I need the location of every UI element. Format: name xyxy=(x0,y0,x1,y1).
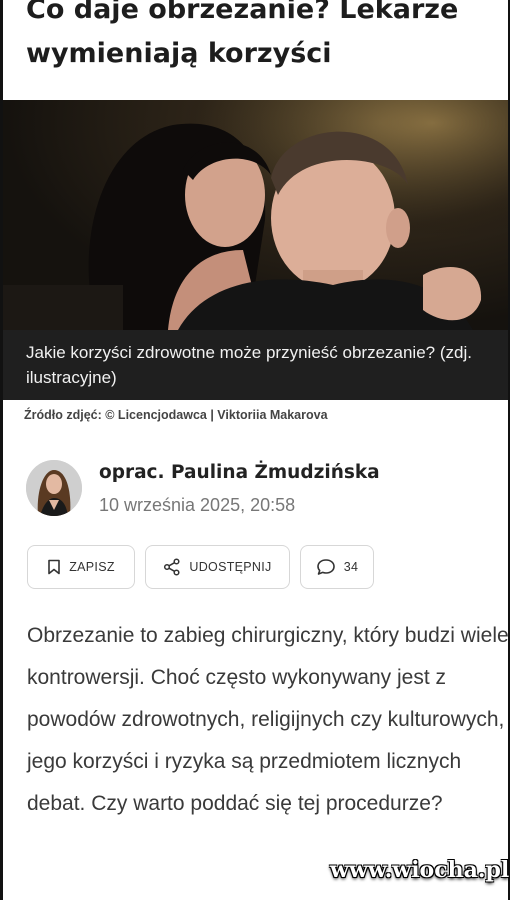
share-button[interactable]: UDOSTĘPNIJ xyxy=(145,545,290,589)
image-source: Źródło zdjęć: © Licencjodawca | Viktorii… xyxy=(24,408,328,422)
comments-count: 34 xyxy=(343,560,359,574)
publish-date: 10 września 2025, 20:58 xyxy=(99,495,296,515)
hero-image xyxy=(3,100,508,330)
article-title: Co daje obrzezanie? Lekarze wymieniają k… xyxy=(26,0,459,69)
comments-button[interactable]: 34 xyxy=(300,545,374,589)
site-watermark: www.wiocha.pl xyxy=(330,857,510,883)
save-button[interactable]: ZAPISZ xyxy=(27,545,135,589)
share-icon xyxy=(164,558,180,576)
author-name[interactable]: oprac. Paulina Żmudzińska xyxy=(99,462,380,483)
image-caption-bar: Jakie korzyści zdrowotne może przynieść … xyxy=(3,330,508,400)
avatar[interactable] xyxy=(26,460,82,516)
speech-bubble-icon xyxy=(316,559,335,575)
save-label: ZAPISZ xyxy=(69,560,115,574)
article-lead: Obrzezanie to zabieg chirurgiczny, który… xyxy=(27,624,509,815)
share-label: UDOSTĘPNIJ xyxy=(189,560,272,574)
image-caption: Jakie korzyści zdrowotne może przynieść … xyxy=(26,343,472,387)
author-photo xyxy=(26,460,82,516)
couple-photo xyxy=(3,100,508,330)
bookmark-icon xyxy=(48,559,61,575)
